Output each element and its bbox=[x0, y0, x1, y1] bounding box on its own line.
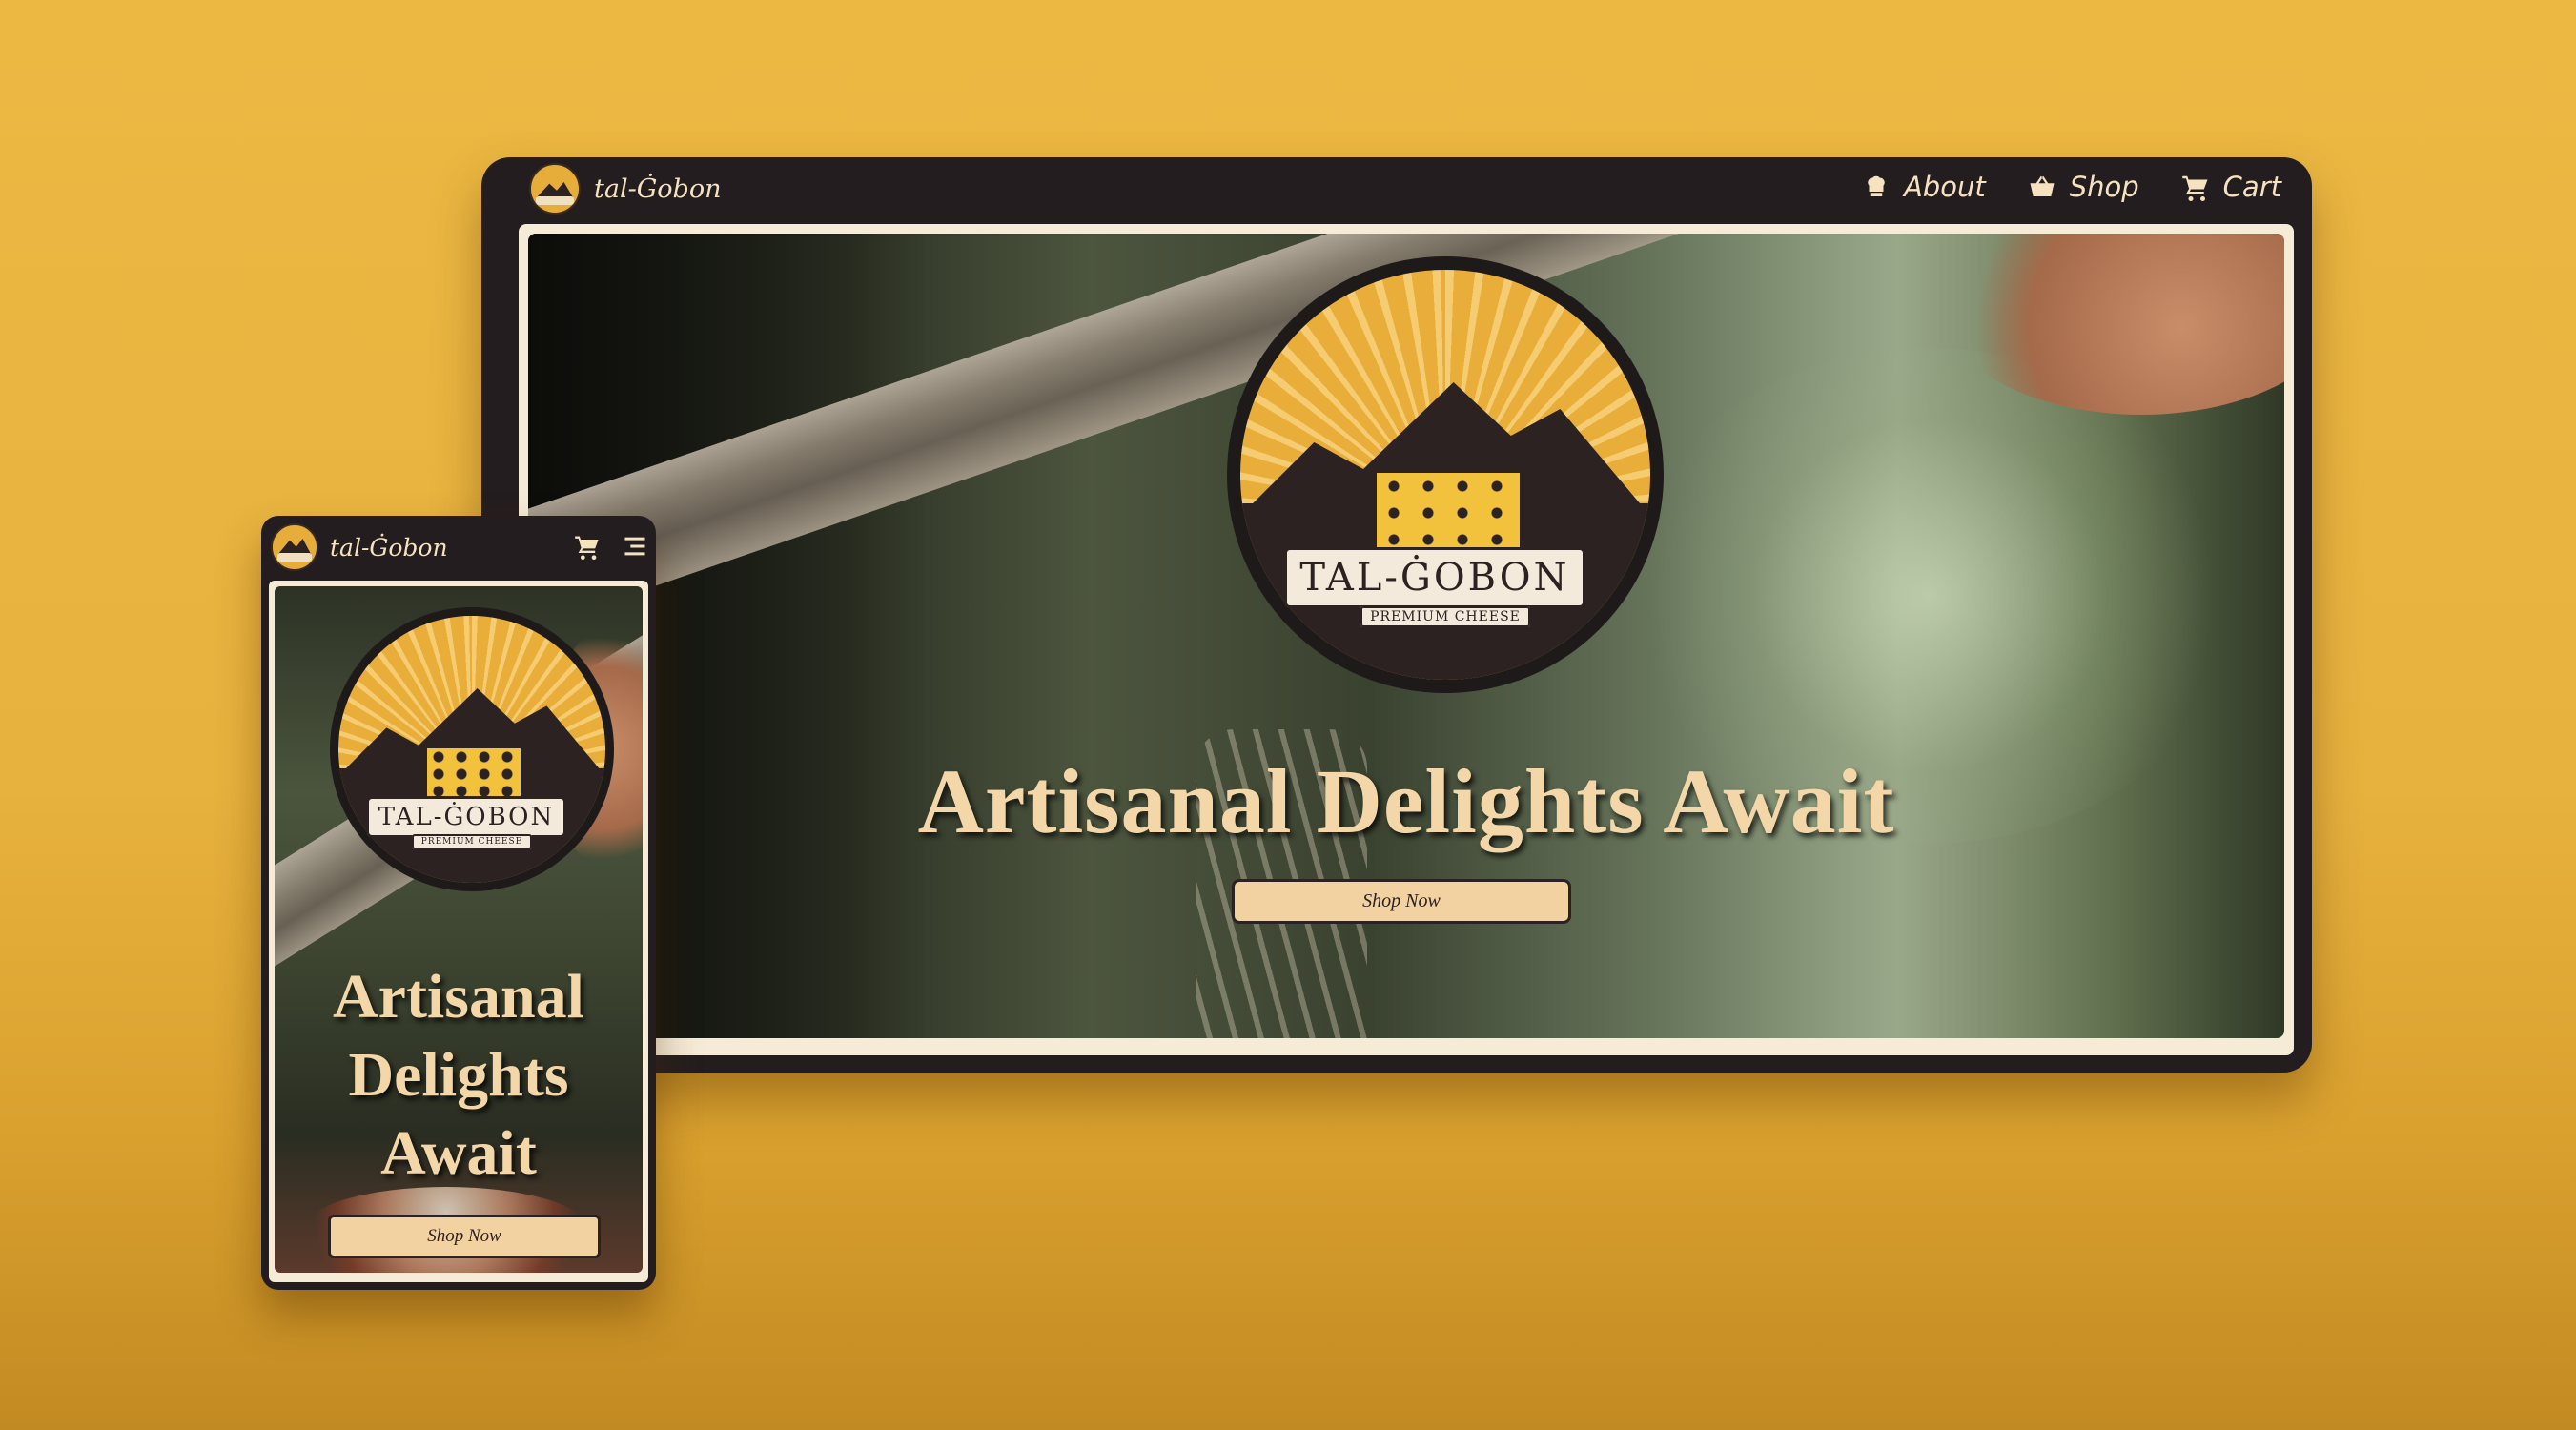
nav-shop[interactable]: Shop bbox=[2028, 171, 2139, 203]
hero-background-photo: TAL-ĠOBON PREMIUM CHEESE Artisanal Delig… bbox=[528, 234, 2284, 1038]
cart-icon bbox=[2181, 175, 2208, 201]
cheese-mountain-logo-icon bbox=[271, 523, 318, 571]
mobile-hero-headline: Artisanal Delights Await bbox=[333, 962, 584, 1188]
hamburger-menu-icon[interactable] bbox=[622, 533, 648, 560]
mobile-mockup: tal-Ġobon TAL-ĠOBON PREMIUM CHEESE Artis… bbox=[261, 516, 656, 1290]
cheese-icon bbox=[424, 746, 523, 801]
basket-icon bbox=[2030, 175, 2055, 196]
mobile-shop-now-button[interactable]: Shop Now bbox=[328, 1215, 601, 1258]
mobile-emblem-subtitle: PREMIUM CHEESE bbox=[411, 834, 533, 849]
hero-headline: Artisanal Delights Await bbox=[917, 750, 1895, 852]
shop-now-button[interactable]: Shop Now bbox=[1232, 879, 1571, 924]
cart-icon[interactable] bbox=[574, 533, 601, 560]
nav-about-label: About bbox=[1903, 171, 1986, 203]
emblem-title: TAL-ĠOBON bbox=[1284, 547, 1585, 608]
desktop-nav-links: About Shop Cart bbox=[1862, 171, 2281, 203]
nav-about[interactable]: About bbox=[1862, 171, 1986, 203]
nav-cart-label: Cart bbox=[2222, 171, 2281, 203]
mobile-brand-link[interactable]: tal-Ġobon bbox=[271, 523, 448, 571]
chef-hat-icon bbox=[1868, 175, 1885, 196]
brand-link[interactable]: tal-Ġobon bbox=[529, 163, 721, 214]
nav-shop-label: Shop bbox=[2069, 171, 2139, 203]
nav-cart[interactable]: Cart bbox=[2181, 171, 2281, 203]
emblem-subtitle: PREMIUM CHEESE bbox=[1360, 606, 1530, 627]
mobile-nav-icons bbox=[574, 533, 648, 560]
mobile-brand-name: tal-Ġobon bbox=[330, 533, 448, 562]
brand-name: tal-Ġobon bbox=[594, 174, 722, 204]
desktop-navbar: tal-Ġobon About Shop Cart bbox=[481, 157, 2312, 220]
mobile-hero-background-photo: TAL-ĠOBON PREMIUM CHEESE Artisanal Delig… bbox=[275, 586, 643, 1273]
desktop-mockup: tal-Ġobon About Shop Cart TAL-ĠOBON PREM… bbox=[481, 157, 2312, 1072]
hero-emblem-logo: TAL-ĠOBON PREMIUM CHEESE bbox=[1227, 256, 1664, 693]
mobile-hero-emblem-logo: TAL-ĠOBON PREMIUM CHEESE bbox=[330, 607, 614, 891]
mobile-hero-frame: TAL-ĠOBON PREMIUM CHEESE Artisanal Delig… bbox=[269, 581, 648, 1282]
mobile-emblem-title: TAL-ĠOBON bbox=[366, 796, 566, 838]
desktop-hero-frame: TAL-ĠOBON PREMIUM CHEESE Artisanal Delig… bbox=[519, 224, 2294, 1055]
cheese-icon bbox=[1374, 470, 1523, 552]
cheese-mountain-logo-icon bbox=[529, 163, 581, 214]
mobile-navbar: tal-Ġobon bbox=[261, 516, 656, 575]
